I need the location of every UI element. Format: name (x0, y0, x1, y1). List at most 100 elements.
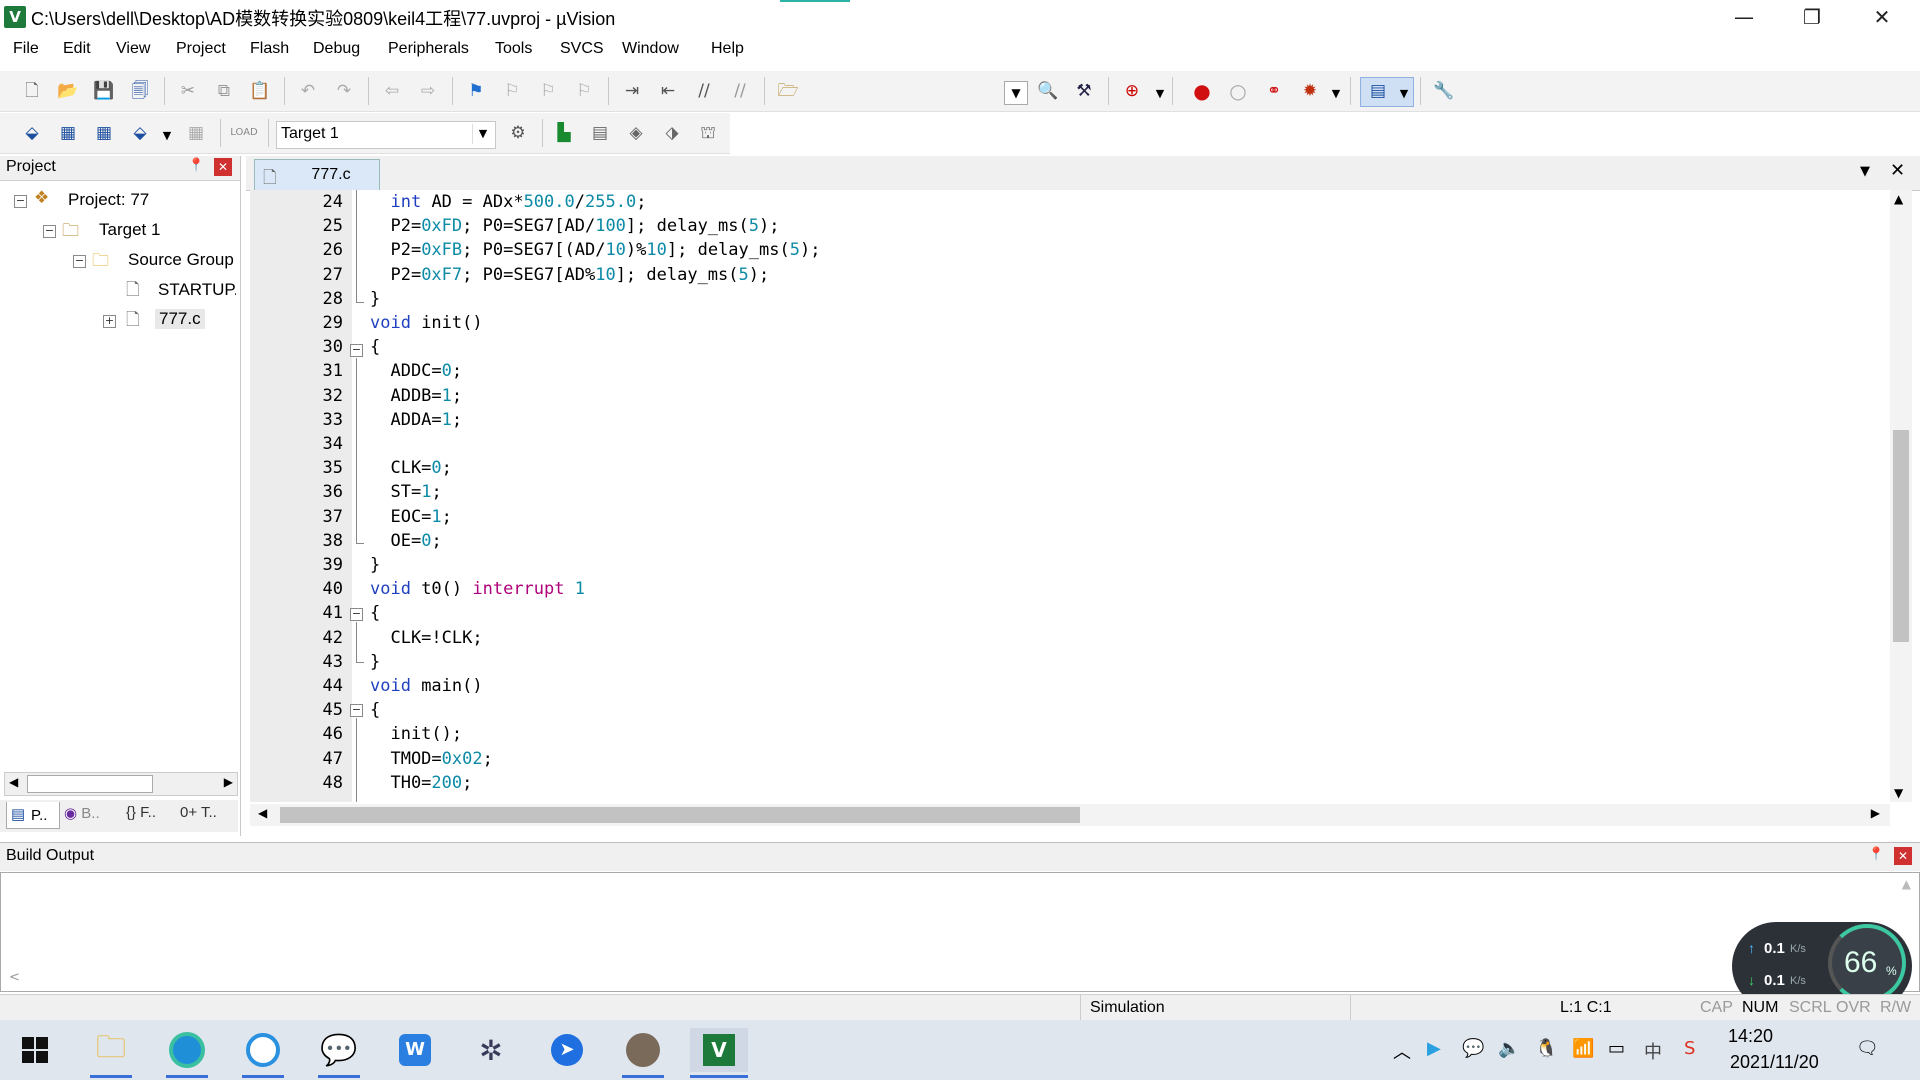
editor-hscrollbar[interactable]: ◀ ▶ (250, 804, 1890, 826)
collapse-icon[interactable]: − (43, 225, 56, 238)
tree-group-label[interactable]: Source Group (128, 250, 234, 270)
bookmark-next-icon[interactable]: ⚐ (536, 79, 560, 103)
code-line[interactable]: void t0() interrupt 1 (370, 579, 585, 599)
fold-collapse-icon[interactable]: − (350, 704, 363, 717)
stop-build-icon[interactable]: ▦ (184, 121, 208, 145)
scroll-up-icon[interactable]: ▲ (1894, 192, 1903, 206)
clock-time[interactable]: 14:20 (1728, 1026, 1773, 1047)
breakpoint-clear-icon[interactable]: ⚭ (1262, 79, 1286, 103)
editor-vscrollbar[interactable]: ▲ ▼ (1890, 190, 1912, 802)
taskbar-edge[interactable] (162, 1028, 212, 1078)
code-line[interactable]: P2=0xFB; P0=SEG7[(AD/10)%10]; delay_ms(5… (370, 240, 820, 260)
tree-target-label[interactable]: Target 1 (99, 220, 160, 240)
books-icon[interactable]: ⛫ (696, 121, 720, 145)
code-line[interactable]: TMOD=0x02; (370, 749, 492, 769)
bookmark-toggle-icon[interactable]: ⚑ (464, 79, 488, 103)
open-file-icon[interactable]: 📂 (56, 79, 80, 103)
code-line[interactable]: ST=1; (370, 482, 441, 502)
code-line[interactable]: { (370, 337, 380, 357)
scroll-left-icon[interactable]: ◀ (9, 775, 18, 789)
debug-session-icon[interactable]: ⊕ (1120, 79, 1144, 103)
scroll-thumb[interactable] (280, 807, 1080, 823)
paste-icon[interactable]: 📋 (248, 79, 272, 103)
notification-icon[interactable]: 🗨 (1856, 1038, 1879, 1059)
window-layout-icon[interactable]: ▤ (1366, 79, 1390, 103)
build-output-text[interactable]: < ▲ (0, 872, 1920, 992)
indent-icon[interactable]: ⇥ (620, 79, 644, 103)
pin-icon[interactable]: 📍 (1868, 847, 1884, 862)
code-line[interactable]: } (370, 652, 380, 672)
manage-components-icon[interactable]: ▙ (552, 121, 576, 145)
start-button[interactable] (10, 1028, 60, 1072)
taskbar-wps[interactable]: W (390, 1028, 440, 1072)
code-line[interactable]: { (370, 603, 380, 623)
bookmark-prev-icon[interactable]: ⚐ (500, 79, 524, 103)
fold-collapse-icon[interactable]: − (350, 608, 363, 621)
tab-books[interactable]: ◉ B.. (64, 804, 100, 822)
code-line[interactable]: } (370, 289, 380, 309)
manage-rte-icon[interactable]: ◈ (624, 121, 648, 145)
editor-close-icon[interactable]: ✕ (1890, 160, 1905, 181)
scroll-right-icon[interactable]: ▶ (1871, 806, 1880, 820)
rebuild-icon[interactable]: ▦ (92, 121, 116, 145)
tray-ime-icon[interactable]: 中 (1644, 1038, 1662, 1064)
collapse-icon[interactable]: − (14, 195, 27, 208)
clock-date[interactable]: 2021/11/20 (1730, 1052, 1819, 1073)
code-line[interactable]: CLK=!CLK; (370, 628, 482, 648)
expand-icon[interactable]: + (103, 315, 116, 328)
tray-overflow-icon[interactable]: ︿ (1393, 1038, 1411, 1064)
unindent-icon[interactable]: ⇤ (656, 79, 680, 103)
menu-flash[interactable]: Flash (250, 40, 289, 58)
breakpoint-dropdown-icon[interactable]: ▼ (1324, 81, 1348, 105)
translate-icon[interactable]: ⬙ (20, 121, 44, 145)
tree-file-777c[interactable]: 777.c (155, 309, 205, 329)
scroll-right-icon[interactable]: ▶ (224, 775, 233, 789)
tray-battery-icon[interactable]: ▭ (1608, 1038, 1625, 1059)
close-button[interactable]: ✕ (1848, 0, 1916, 34)
menu-peripherals[interactable]: Peripherals (388, 40, 469, 58)
configuration-wrench-icon[interactable]: 🔧 (1432, 79, 1456, 103)
batch-build-icon[interactable]: ⬙ (128, 121, 152, 145)
minimize-button[interactable]: — (1710, 0, 1778, 34)
code-line[interactable]: CLK=0; (370, 458, 451, 478)
scroll-up-icon[interactable]: ▲ (1902, 877, 1911, 891)
taskbar-wechat[interactable]: 💬 (314, 1028, 364, 1078)
menu-window[interactable]: Window (622, 40, 679, 58)
code-line[interactable]: TH0=200; (370, 773, 472, 793)
project-hscrollbar[interactable]: ◀ ▶ (4, 772, 238, 796)
target-select[interactable]: Target 1 ▼ (276, 121, 496, 149)
scroll-left-icon[interactable]: < (9, 970, 20, 985)
redo-icon[interactable]: ↷ (332, 79, 356, 103)
target-options-icon[interactable]: ⚙ (506, 121, 530, 145)
new-file-icon[interactable]: 🗋 (20, 79, 44, 103)
nav-forward-icon[interactable]: ⇨ (416, 79, 440, 103)
code-line[interactable]: ADDA=1; (370, 410, 462, 430)
code-line[interactable]: P2=0xF7; P0=SEG7[AD%10]; delay_ms(5); (370, 265, 769, 285)
find-dropdown-button[interactable]: ▼ (1004, 81, 1028, 105)
code-line[interactable]: } (370, 555, 380, 575)
code-line[interactable]: int AD = ADx*500.0/255.0; (370, 192, 646, 212)
copy-icon[interactable]: ⧉ (212, 79, 236, 103)
code-line[interactable]: OE=0; (370, 531, 441, 551)
scroll-left-icon[interactable]: ◀ (258, 806, 267, 820)
code-line[interactable]: EOC=1; (370, 507, 451, 527)
incremental-find-icon[interactable]: ⚒ (1072, 79, 1096, 103)
menu-project[interactable]: Project (176, 40, 226, 58)
scroll-down-icon[interactable]: ▼ (1894, 786, 1903, 800)
code-line[interactable]: void main() (370, 676, 483, 696)
restore-button[interactable]: ❐ (1778, 0, 1846, 34)
tab-functions[interactable]: {} F.. (126, 804, 156, 821)
select-packs-icon[interactable]: ▤ (588, 121, 612, 145)
menu-file[interactable]: File (13, 40, 39, 58)
load-download-icon[interactable]: LOAD (230, 121, 257, 145)
find-icon[interactable]: 🔍 (1036, 79, 1060, 103)
code-line[interactable]: { (370, 700, 380, 720)
undo-icon[interactable]: ↶ (296, 79, 320, 103)
code-line[interactable]: ADDB=1; (370, 386, 462, 406)
find-in-files-icon[interactable]: 🗁 (776, 79, 800, 103)
pack-installer-icon[interactable]: ⬗ (660, 121, 684, 145)
uncomment-icon[interactable]: // (728, 79, 752, 103)
menu-help[interactable]: Help (711, 40, 744, 58)
taskbar-file-explorer[interactable]: 🗀 (86, 1028, 136, 1078)
menu-tools[interactable]: Tools (495, 40, 532, 58)
